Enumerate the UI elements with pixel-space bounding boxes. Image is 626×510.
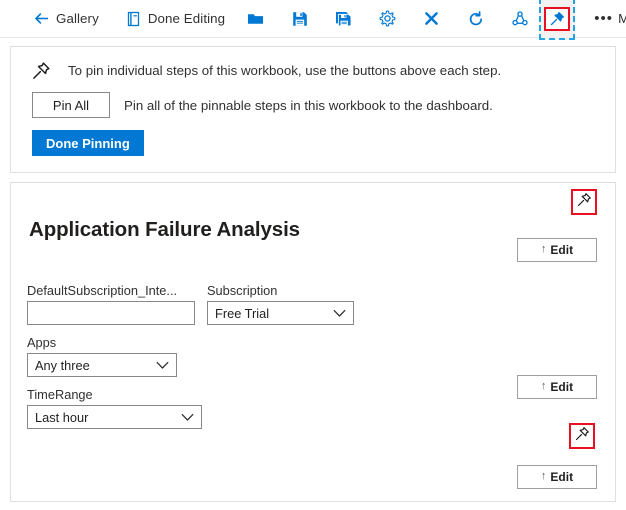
edit-step-title-button[interactable]: ↑ Edit <box>517 238 597 262</box>
workbook-content: Application Failure Analysis ↑ Edit Defa… <box>10 182 616 502</box>
gear-icon <box>379 10 396 27</box>
done-pinning-row: Done Pinning <box>27 130 599 156</box>
done-pinning-button[interactable]: Done Pinning <box>32 130 144 156</box>
back-arrow-icon <box>33 10 50 27</box>
pin-banner-instruction-text: To pin individual steps of this workbook… <box>68 63 501 78</box>
apps-dropdown[interactable]: Any three <box>27 353 177 377</box>
edit-pencil-icon: ↑ <box>541 243 547 255</box>
refresh-icon <box>467 10 484 27</box>
parameter-default-subscription: DefaultSubscription_Inte... <box>27 283 195 325</box>
toolbar-gallery-label: Gallery <box>56 11 99 26</box>
pin-icon <box>549 10 566 27</box>
parameters-group: DefaultSubscription_Inte... Subscription… <box>27 283 527 439</box>
chevron-down-icon <box>156 361 169 370</box>
pin-all-button[interactable]: Pin All <box>32 92 110 118</box>
pin-banner-container: To pin individual steps of this workbook… <box>0 38 626 173</box>
share-icon <box>511 10 528 27</box>
edit-label: Edit <box>550 470 573 484</box>
edit-step-parameters-button[interactable]: ↑ Edit <box>517 375 597 399</box>
parameter-time-range: TimeRange Last hour <box>27 387 515 429</box>
toolbar-done-editing-label: Done Editing <box>148 11 225 26</box>
edit-pencil-icon: ↑ <box>541 470 547 482</box>
folder-icon <box>247 10 264 27</box>
toolbar-settings-button[interactable] <box>372 4 403 34</box>
save-as-icon <box>335 10 352 27</box>
toolbar-more-button[interactable]: ••• More <box>588 4 626 34</box>
apps-value: Any three <box>35 358 90 373</box>
toolbar-refresh-button[interactable] <box>460 4 491 34</box>
workbook-toolbar: Gallery Done Editing <box>0 0 626 38</box>
pin-icon <box>32 61 54 80</box>
toolbar-more-label: More <box>618 11 626 26</box>
parameter-subscription: Subscription Free Trial <box>207 283 354 325</box>
pin-all-description: Pin all of the pinnable steps in this wo… <box>124 98 493 113</box>
parameter-apps: Apps Any three <box>27 335 177 377</box>
edit-pencil-icon: ↑ <box>541 380 547 392</box>
toolbar-save-button[interactable] <box>284 4 315 34</box>
subscription-dropdown[interactable]: Free Trial <box>207 301 354 325</box>
document-icon <box>125 10 142 27</box>
toolbar-close-button[interactable] <box>416 4 447 34</box>
edit-label: Edit <box>550 243 573 257</box>
toolbar-gallery-button[interactable]: Gallery <box>26 4 106 34</box>
toolbar-pin-button[interactable] <box>544 4 570 34</box>
pin-all-row: Pin All Pin all of the pinnable steps in… <box>32 92 599 118</box>
close-icon <box>423 10 440 27</box>
pin-banner: To pin individual steps of this workbook… <box>10 46 616 173</box>
pin-icon <box>577 192 592 212</box>
toolbar-open-button[interactable] <box>240 4 271 34</box>
workbook-page: Gallery Done Editing <box>0 0 626 510</box>
edit-label: Edit <box>550 380 573 394</box>
toolbar-done-editing-button[interactable]: Done Editing <box>118 4 232 34</box>
parameter-label: TimeRange <box>27 387 515 402</box>
save-icon <box>291 10 308 27</box>
parameter-label: Subscription <box>207 283 354 298</box>
time-range-value: Last hour <box>35 410 88 425</box>
parameter-label: Apps <box>27 335 177 350</box>
pin-step-query-button[interactable] <box>569 423 595 449</box>
default-subscription-input[interactable] <box>27 301 195 325</box>
toolbar-save-as-button[interactable] <box>328 4 359 34</box>
edit-step-query-button[interactable]: ↑ Edit <box>517 465 597 489</box>
time-range-dropdown[interactable]: Last hour <box>27 405 202 429</box>
chevron-down-icon <box>181 413 194 422</box>
page-title: Application Failure Analysis <box>29 218 300 242</box>
pin-banner-instruction-row: To pin individual steps of this workbook… <box>27 61 599 80</box>
ellipsis-icon: ••• <box>595 10 612 27</box>
toolbar-pin-highlight <box>544 7 570 31</box>
pin-icon <box>575 426 590 446</box>
parameter-label: DefaultSubscription_Inte... <box>27 283 195 298</box>
chevron-down-icon <box>333 309 346 318</box>
toolbar-share-button[interactable] <box>504 4 535 34</box>
subscription-value: Free Trial <box>215 306 269 321</box>
pin-step-title-button[interactable] <box>571 189 597 215</box>
